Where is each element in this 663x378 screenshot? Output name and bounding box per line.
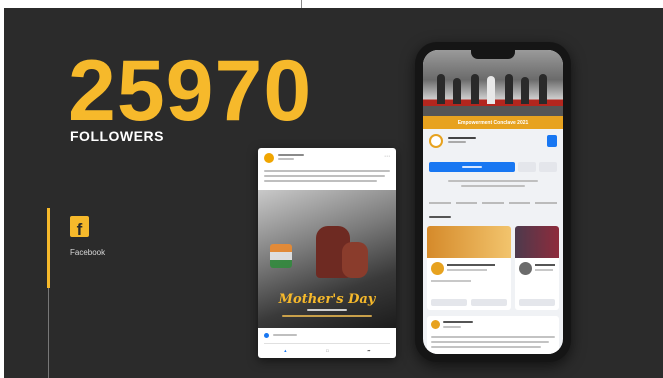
page-category-placeholder [448,140,466,143]
tab-placeholder[interactable] [535,202,557,204]
photo-figure [437,74,445,104]
post-author-placeholder [278,153,304,156]
flag-graphic [270,244,292,268]
tab-placeholder[interactable] [482,202,504,204]
tab-placeholder[interactable] [429,202,451,204]
page-header [429,134,557,148]
like-page-button[interactable] [431,299,467,306]
photo-figure [505,74,513,104]
follower-count: 25970 [68,43,313,139]
photo-figure [342,242,368,278]
platform-name: Facebook [70,248,106,257]
phone-mockup: Empowerment Conclave 2021 [415,42,571,362]
tab-placeholder[interactable] [508,202,531,204]
post-reactions [264,332,390,338]
facebook-post-mockup: ⋯ Mother's Day ▲ □ ➦ [258,148,396,358]
post-action-bar: ▲ □ ➦ [264,343,390,353]
photo-figure [487,76,495,104]
like-icon[interactable] [547,135,557,147]
page-tabs [429,200,557,206]
related-pages [427,226,559,310]
social-media-stats-slide: 25970 FOLLOWERS f Facebook ⋯ Mother's Da… [0,0,663,378]
photo-figure [453,78,461,104]
post-caption-placeholder [264,170,390,185]
follower-count-label: FOLLOWERS [70,128,164,144]
feed-post-avatar [431,320,440,329]
facebook-icon-glyph: f [76,220,83,239]
page-cover-photo [423,50,563,116]
related-page-card[interactable] [427,226,511,310]
phone-notch [471,50,515,59]
photo-figure [471,74,479,104]
more-button[interactable] [539,162,557,172]
more-options-icon: ⋯ [384,154,390,160]
post-avatar [264,153,274,163]
share-action-icon: ➦ [367,348,371,353]
page-logo [429,134,443,148]
like-action-icon: ▲ [283,348,288,353]
post-image-title: Mother's Day [278,292,376,307]
accent-line [48,288,49,378]
card-avatar [519,262,532,275]
secondary-button[interactable] [518,162,536,172]
accent-bar [47,208,50,288]
page-about-placeholder [429,180,557,187]
dark-panel: 25970 FOLLOWERS f Facebook ⋯ Mother's Da… [4,8,663,378]
like-page-button[interactable] [519,299,555,306]
like-reaction-icon [264,332,269,338]
send-message-button[interactable] [429,162,515,172]
cover-caption: Empowerment Conclave 2021 [423,116,563,129]
message-page-button[interactable] [471,299,507,306]
card-image [515,226,559,258]
photo-figure [521,77,529,104]
card-avatar [431,262,444,275]
facebook-icon: f [70,216,89,239]
photo-figure [539,74,547,104]
post-image-tagline [258,315,396,317]
phone-screen: Empowerment Conclave 2021 [423,50,563,354]
card-image [427,226,511,258]
post-time-placeholder [278,157,294,160]
page-name-placeholder [448,136,476,139]
related-page-card[interactable] [515,226,559,310]
page-actions [429,162,557,172]
post-image-subtitle [258,309,396,311]
tab-placeholder[interactable] [455,202,478,204]
comment-action-icon: □ [326,348,329,353]
related-pages-label [429,216,451,218]
post-header [264,153,304,163]
post-image: Mother's Day [258,190,396,328]
feed-post-preview [427,316,559,354]
